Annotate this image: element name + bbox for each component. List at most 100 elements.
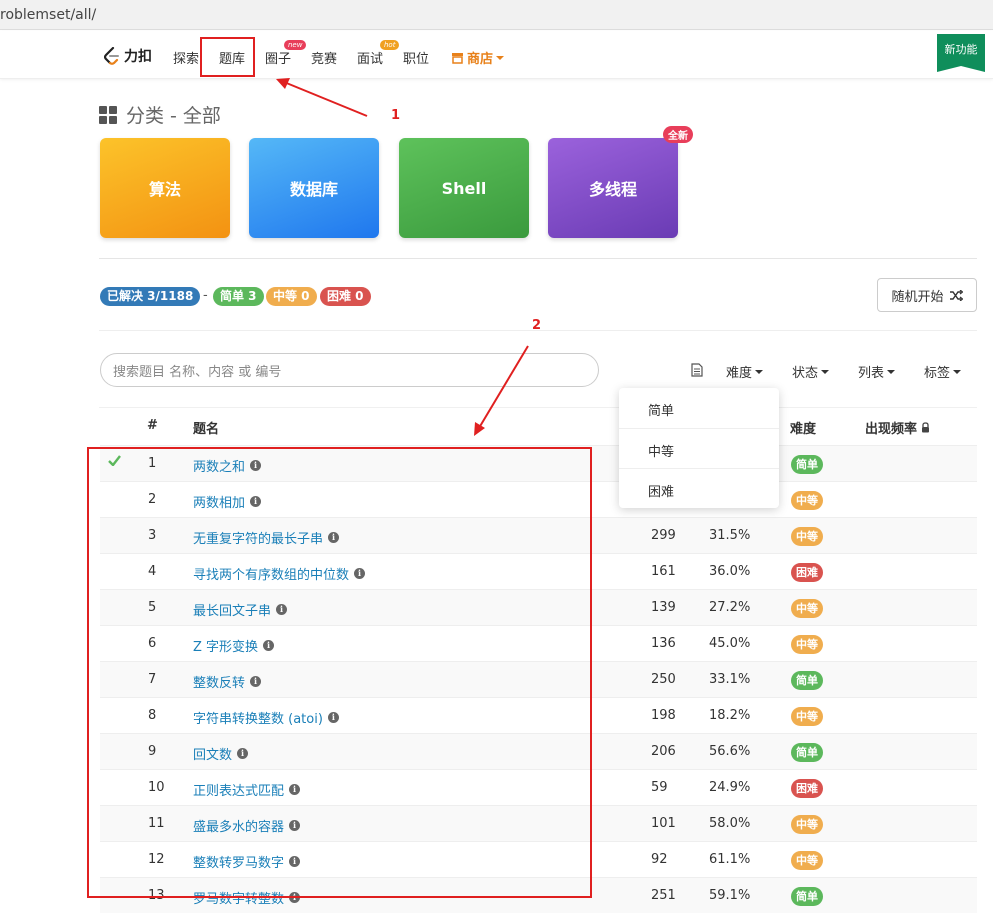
all-new-badge: 全新 [663, 126, 693, 143]
difficulty-dropdown-menu: 简单 中等 困难 [619, 388, 779, 508]
acceptance-rate: 58.0% [709, 816, 751, 831]
hard-count-badge: 困难 0 [320, 287, 371, 306]
solution-count: 206 [651, 744, 676, 759]
nav-contest[interactable]: 竞赛 [311, 48, 337, 67]
nav-jobs[interactable]: 职位 [403, 48, 429, 67]
dropdown-option-hard[interactable]: 困难 [619, 468, 779, 508]
acceptance-rate: 45.0% [709, 636, 751, 651]
difficulty-badge: 中等 [791, 491, 823, 510]
solved-badge: 已解决 3/1188 [100, 287, 201, 306]
annotation-label-2: 2 [532, 318, 542, 333]
grid-icon [99, 105, 117, 124]
chevron-down-icon [821, 369, 830, 374]
chevron-down-icon [496, 55, 505, 60]
difficulty-badge: 简单 [791, 887, 823, 906]
solution-count: 251 [651, 888, 676, 903]
acceptance-rate: 59.1% [709, 888, 751, 903]
filter-label: 状态 [792, 366, 819, 381]
difficulty-badge: 中等 [791, 707, 823, 726]
acceptance-rate: 56.6% [709, 744, 751, 759]
difficulty-badge: 中等 [791, 527, 823, 546]
category-label: 数据库 [289, 180, 338, 199]
top-navbar: 力扣 探索 题库 圈子 new 竞赛 面试 hot 职位 商店 [0, 31, 993, 79]
easy-count-badge: 简单 3 [213, 287, 264, 306]
leetcode-logo-icon [104, 47, 119, 65]
difficulty-badge: 中等 [791, 635, 823, 654]
random-start-label: 随机开始 [891, 289, 944, 305]
chevron-down-icon [887, 369, 896, 374]
logo-text: 力扣 [124, 49, 152, 65]
nav-explore[interactable]: 探索 [173, 48, 199, 67]
filter-label: 标签 [924, 366, 951, 381]
dropdown-option-medium[interactable]: 中等 [619, 428, 779, 468]
category-label: Shell [441, 178, 487, 198]
address-bar[interactable]: roblemset/all/ [0, 0, 993, 30]
store-label: 商店 [467, 52, 494, 67]
shuffle-icon [949, 289, 963, 301]
difficulty-badge: 中等 [791, 851, 823, 870]
category-shell[interactable]: Shell [399, 138, 529, 238]
document-icon[interactable] [691, 363, 703, 377]
solution-count: 101 [651, 816, 676, 831]
annotation-arrow-1 [283, 81, 368, 117]
store-icon [452, 52, 463, 64]
acceptance-rate: 31.5% [709, 528, 751, 543]
status-filter[interactable]: 状态 [792, 362, 830, 381]
section-title: 分类 - 全部 [99, 101, 221, 128]
random-start-button[interactable]: 随机开始 [877, 278, 977, 312]
search-input[interactable]: 搜索题目 名称、内容 或 编号 [100, 353, 599, 387]
category-concurrency[interactable]: 多线程 [548, 138, 678, 238]
dropdown-option-easy[interactable]: 简单 [619, 388, 779, 428]
solution-count: 139 [651, 600, 676, 615]
difficulty-badge: 困难 [791, 779, 823, 798]
column-header-frequency[interactable]: 出现频率 [865, 418, 930, 437]
new-feature-label: 新功能 [944, 43, 978, 56]
nav-interview[interactable]: 面试 [357, 48, 383, 67]
filter-label: 列表 [858, 366, 885, 381]
divider [99, 258, 977, 259]
section-title-text: 分类 - 全部 [126, 105, 221, 127]
acceptance-rate: 24.9% [709, 780, 751, 795]
annotation-arrowhead-2 [474, 422, 485, 436]
annotation-box-problemset [200, 37, 255, 77]
category-database[interactable]: 数据库 [249, 138, 379, 238]
category-label: 算法 [148, 180, 181, 199]
solution-count: 59 [651, 780, 668, 795]
difficulty-badge: 简单 [791, 455, 823, 474]
solution-count: 250 [651, 672, 676, 687]
solution-count: 136 [651, 636, 676, 651]
frequency-label: 出现频率 [865, 422, 918, 437]
new-feature-ribbon[interactable]: 新功能 [937, 34, 985, 72]
nav-store[interactable]: 商店 [451, 48, 505, 67]
solution-count: 299 [651, 528, 676, 543]
category-algorithms[interactable]: 算法 [100, 138, 230, 238]
difficulty-badge: 困难 [791, 563, 823, 582]
logo[interactable]: 力扣 [104, 46, 152, 66]
new-badge: new [284, 40, 307, 50]
divider [99, 407, 977, 408]
list-filter[interactable]: 列表 [858, 362, 896, 381]
solution-count: 198 [651, 708, 676, 723]
annotation-arrowhead-1 [276, 78, 290, 89]
stats-separator: - [203, 288, 208, 303]
difficulty-badge: 中等 [791, 815, 823, 834]
solution-count: 161 [651, 564, 676, 579]
acceptance-rate: 27.2% [709, 600, 751, 615]
annotation-box-problem-list [87, 447, 592, 898]
tags-filter[interactable]: 标签 [924, 362, 962, 381]
hot-badge: hot [380, 40, 400, 50]
acceptance-rate: 61.1% [709, 852, 751, 867]
solution-count: 92 [651, 852, 668, 867]
chevron-down-icon [953, 369, 962, 374]
column-header-difficulty[interactable]: 难度 [790, 418, 816, 437]
difficulty-filter[interactable]: 难度 [726, 362, 764, 381]
nav-circle[interactable]: 圈子 [265, 48, 291, 67]
chevron-down-icon [755, 369, 764, 374]
lock-icon [922, 422, 930, 433]
difficulty-badge: 中等 [791, 599, 823, 618]
category-label: 多线程 [588, 180, 637, 199]
column-header-title[interactable]: 题名 [193, 418, 219, 437]
filter-label: 难度 [726, 366, 753, 381]
column-header-id[interactable]: # [147, 418, 158, 433]
medium-count-badge: 中等 0 [266, 287, 317, 306]
